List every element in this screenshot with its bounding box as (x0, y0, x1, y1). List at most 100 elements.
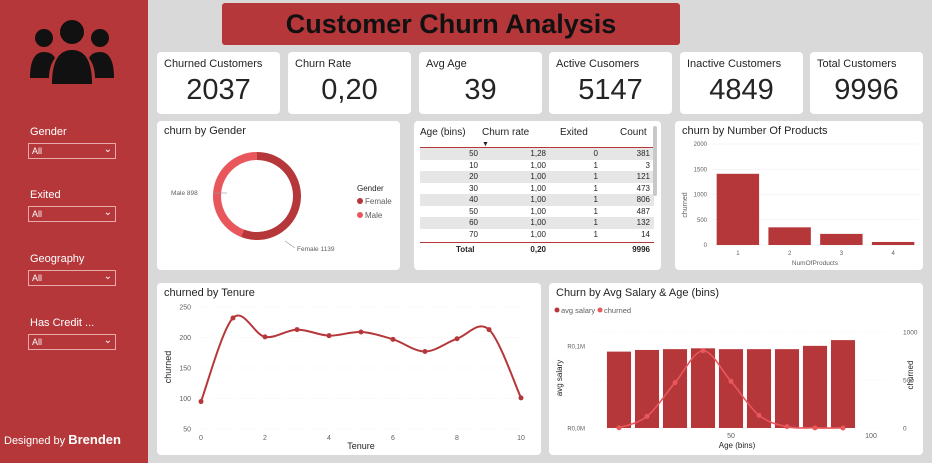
kpi-card-avg-age: Avg Age 39 (419, 52, 542, 114)
legend-swatch-male (357, 212, 363, 218)
x-tick-label: 6 (391, 435, 395, 442)
table-cell: 1,00 (530, 195, 546, 205)
donut-slice-female[interactable] (241, 152, 301, 240)
table-cell: 473 (636, 183, 650, 193)
data-point-churned-20[interactable] (644, 413, 650, 419)
table-cell: 121 (636, 172, 650, 182)
table-cell: 487 (636, 206, 650, 216)
filter-dropdown-geography[interactable]: All ⌄ (28, 270, 116, 286)
table-cell: 1 (593, 183, 598, 193)
filter-value: All (32, 273, 43, 283)
table-cell: 14 (641, 229, 650, 239)
table-body: 50 1,28 0 381 10 1,00 1 3 20 1,00 1 121 30 1,00 1 473 40… (420, 148, 654, 240)
column-header-age[interactable]: Age (bins) (420, 127, 478, 138)
table-cell: 1 (593, 172, 598, 182)
data-point-tenure-10[interactable] (518, 395, 524, 401)
x-tick-label: 2 (263, 435, 267, 442)
legend-label-female: Female (365, 197, 392, 206)
table-row: 50 1,00 1 487 (420, 206, 654, 218)
bar-avg-salary-80[interactable] (802, 345, 828, 428)
x-axis-title: Age (bins) (719, 441, 756, 450)
customers-group-icon (30, 20, 114, 84)
table-cell: 1 (593, 206, 598, 216)
x-tick-label: 100 (865, 433, 877, 440)
page-title: Customer Churn Analysis (222, 3, 680, 45)
data-point-tenure-5[interactable] (358, 329, 364, 335)
data-point-tenure-1[interactable] (230, 315, 236, 321)
chart-card-products: churn by Number Of Products churned NumO… (675, 121, 923, 270)
table-cell: 0 (593, 149, 598, 159)
kpi-label: Avg Age (426, 58, 467, 70)
data-point-tenure-4[interactable] (326, 333, 332, 339)
age-bins-table-card: Age (bins) Churn rate ▼ Exited Count 50 1… (414, 121, 661, 270)
bar-products-2[interactable] (768, 227, 811, 245)
x-tick-label: 2 (788, 251, 792, 257)
slice-leader-female (284, 240, 296, 249)
table-cell: 132 (636, 218, 650, 228)
column-header-count[interactable]: Count (598, 127, 650, 138)
data-point-churned-50[interactable] (728, 378, 734, 384)
table-cell: 40 (469, 195, 478, 205)
data-point-churned-40[interactable] (700, 348, 706, 354)
data-point-churned-80[interactable] (812, 425, 818, 431)
data-point-tenure-3[interactable] (294, 327, 300, 333)
data-point-tenure-6[interactable] (390, 336, 396, 342)
filter-dropdown-gender[interactable]: All ⌄ (28, 143, 116, 159)
donut-slice-male[interactable] (213, 152, 257, 237)
legend-swatch-avg-salary (554, 307, 560, 313)
legend-title: Gender (357, 184, 384, 193)
data-point-churned-70[interactable] (784, 424, 790, 430)
kpi-label: Churn Rate (295, 58, 352, 70)
data-point-tenure-8[interactable] (454, 336, 460, 342)
bar-avg-salary-10[interactable] (606, 351, 632, 428)
kpi-label: Total Customers (817, 58, 897, 70)
kpi-value: 39 (464, 74, 497, 106)
sort-desc-icon: ▼ (482, 141, 489, 148)
column-header-churn-rate[interactable]: Churn rate ▼ (478, 127, 546, 149)
products-bar-chart: churned NumOfProducts 0 500 1000 1500 2000 1 2… (682, 142, 919, 267)
data-point-churned-60[interactable] (756, 412, 762, 418)
table-row: 70 1,00 1 14 (420, 229, 654, 241)
table-cell: 1 (593, 229, 598, 239)
bar-avg-salary-50[interactable] (718, 349, 744, 428)
filter-value: All (32, 337, 43, 347)
bar-avg-salary-40[interactable] (690, 348, 716, 428)
bar-avg-salary-90[interactable] (830, 340, 856, 428)
data-point-tenure-9[interactable] (486, 327, 492, 333)
column-header-label: Churn rate (482, 127, 530, 138)
data-point-tenure-2[interactable] (262, 334, 268, 340)
chart-card-tenure: churned by Tenure churned Tenure 50 100 15… (157, 283, 541, 455)
table-cell: 30 (469, 183, 478, 193)
slice-label-female: Female 1139 (297, 246, 335, 253)
kpi-card-total: Total Customers 9996 (810, 52, 923, 114)
y-tick-label: R0,0M (567, 427, 585, 433)
bar-avg-salary-30[interactable] (662, 349, 688, 428)
kpi-value: 5147 (578, 74, 643, 106)
table-cell: 1,00 (530, 160, 546, 170)
table-cell: 70 (469, 229, 478, 239)
filter-label-gender: Gender (30, 126, 67, 138)
chevron-down-icon: ⌄ (103, 144, 112, 155)
column-header-exited[interactable]: Exited (546, 127, 598, 138)
data-point-churned-90[interactable] (840, 425, 846, 431)
bar-products-4[interactable] (871, 241, 915, 245)
filter-dropdown-exited[interactable]: All ⌄ (28, 206, 116, 222)
bar-products-1[interactable] (716, 173, 760, 245)
data-point-churned-30[interactable] (672, 380, 678, 386)
filter-dropdown-has-credit[interactable]: All ⌄ (28, 334, 116, 350)
table-row: 50 1,28 0 381 (420, 148, 654, 160)
legend-label-male: Male (365, 211, 383, 220)
table-cell: 0,20 (530, 244, 546, 254)
data-point-tenure-7[interactable] (422, 349, 428, 355)
slice-label-male: Male 898 (171, 190, 198, 197)
data-point-churned-10[interactable] (616, 425, 622, 431)
bar-products-3[interactable] (820, 233, 863, 245)
y-tick-label: 500 (697, 218, 708, 224)
table-cell: 50 (469, 149, 478, 159)
table-cell: 1,00 (530, 229, 546, 239)
series-line-churned[interactable] (200, 314, 522, 402)
table-scrollbar[interactable] (653, 126, 657, 196)
bar-avg-salary-70[interactable] (774, 349, 800, 428)
data-point-tenure-0[interactable] (198, 399, 204, 405)
y2-tick-label: 0 (903, 426, 907, 433)
